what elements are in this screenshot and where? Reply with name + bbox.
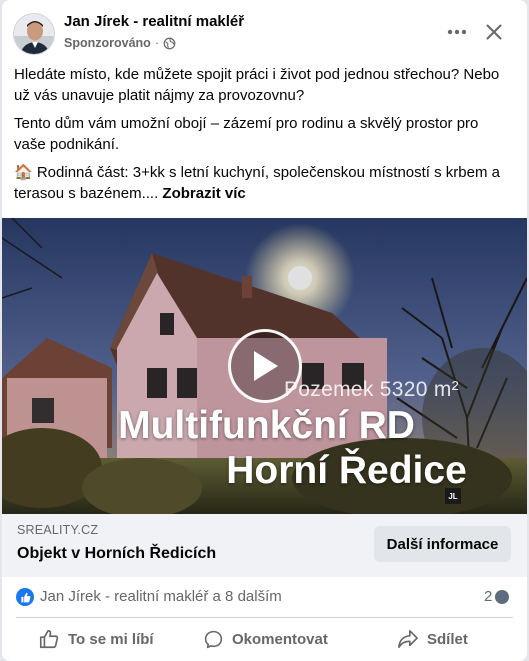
more-horizontal-icon xyxy=(447,29,467,35)
reactions-bar: Jan Jírek - realitní makléř a 8 dalším 2 xyxy=(2,580,527,612)
post-paragraph: Hledáte místo, kde můžete spojit práci i… xyxy=(14,66,500,104)
comment-label: Okomentovat xyxy=(232,630,328,648)
hide-post-button[interactable] xyxy=(480,18,508,46)
comment-count[interactable]: 2 xyxy=(484,588,510,605)
video-title-line2: Horní Ředice xyxy=(226,449,467,492)
post-paragraph: 🏠 Rodinná část: 3+kk s letní kuchyní, sp… xyxy=(14,162,514,204)
play-icon xyxy=(254,351,278,381)
sponsored-text[interactable]: Sponzorováno xyxy=(64,36,151,50)
post-message: Hledáte místo, kde můžete spojit práci i… xyxy=(14,64,514,211)
share-label: Sdílet xyxy=(427,630,468,648)
post-paragraph-text: 🏠 Rodinná část: 3+kk s letní kuchyní, sp… xyxy=(14,164,500,202)
commenter-avatar-icon xyxy=(495,589,510,604)
author-name[interactable]: Jan Jírek - realitní makléř xyxy=(64,13,244,30)
close-icon xyxy=(486,24,502,40)
sponsored-label: Sponzorováno · xyxy=(64,36,176,50)
link-title[interactable]: Objekt v Horních Ředicích xyxy=(17,545,216,563)
learn-more-button[interactable]: Další informace xyxy=(374,526,511,562)
like-label: To se mi líbí xyxy=(68,630,154,648)
comment-icon xyxy=(204,630,223,648)
share-button[interactable]: Sdílet xyxy=(397,622,468,656)
agent-logo: JL xyxy=(445,488,461,504)
post-paragraph: Tento dům vám umožní obojí – zázemí pro … xyxy=(14,115,479,153)
comment-button[interactable]: Okomentovat xyxy=(203,622,328,656)
link-domain: SREALITY.CZ xyxy=(17,523,99,537)
comment-count-value: 2 xyxy=(484,588,493,605)
reactors-summary[interactable]: Jan Jírek - realitní makléř a 8 dalším xyxy=(40,588,282,605)
globe-icon[interactable] xyxy=(163,37,176,50)
post-header: Jan Jírek - realitní makléř Sponzorováno… xyxy=(2,0,527,60)
actions-divider xyxy=(16,617,513,618)
post-actions: To se mi líbí Okomentovat Sdílet xyxy=(2,620,527,658)
share-icon xyxy=(398,630,418,648)
land-size-text: Pozemek 5320 m² xyxy=(284,378,459,401)
link-preview[interactable]: SREALITY.CZ Objekt v Horních Ředicích Da… xyxy=(2,514,527,577)
like-button[interactable]: To se mi líbí xyxy=(38,622,154,656)
see-more-link[interactable]: Zobrazit víc xyxy=(162,185,245,202)
video-title-line1: Multifunkční RD xyxy=(118,404,415,447)
more-options-button[interactable] xyxy=(442,20,472,44)
like-reaction-icon[interactable] xyxy=(16,588,34,606)
meta-separator: · xyxy=(154,36,159,50)
author-avatar[interactable] xyxy=(13,13,55,55)
sponsored-post-card: Jan Jírek - realitní makléř Sponzorováno… xyxy=(2,0,527,661)
thumbs-up-icon xyxy=(39,629,59,649)
